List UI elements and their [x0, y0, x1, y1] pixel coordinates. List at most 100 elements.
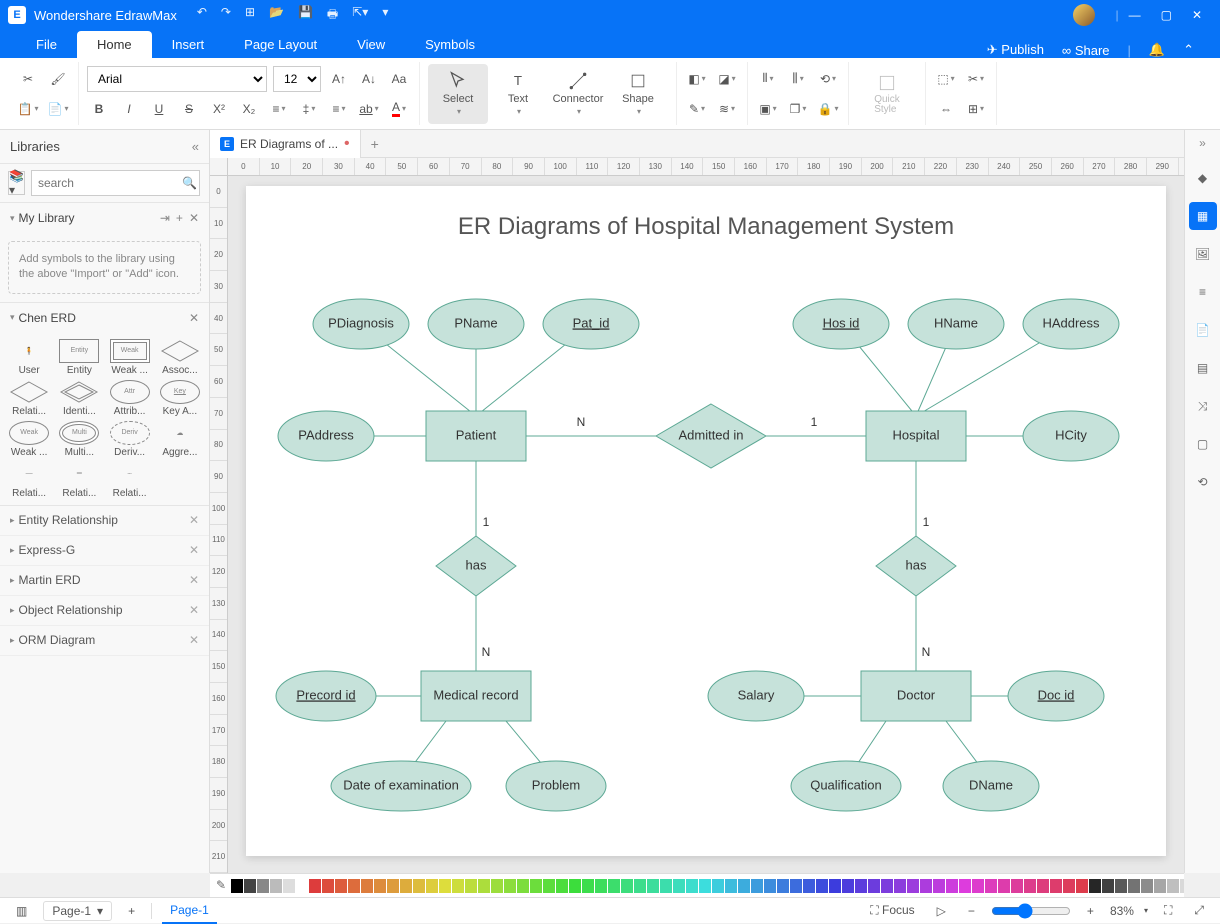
publish-button[interactable]: ✈ Publish [987, 42, 1044, 58]
font-color-icon[interactable]: A [387, 97, 411, 121]
shuffle-icon[interactable]: ⤨ [1189, 392, 1217, 420]
color-swatch[interactable] [309, 879, 321, 893]
shape-rel2[interactable]: ═Relati... [56, 462, 102, 499]
color-swatch[interactable] [972, 879, 984, 893]
color-swatch[interactable] [881, 879, 893, 893]
tab-home[interactable]: Home [77, 31, 152, 58]
underline-icon[interactable]: U [147, 97, 171, 121]
color-swatch[interactable] [868, 879, 880, 893]
lock-icon[interactable]: 🔒 [816, 97, 840, 121]
align-text-icon[interactable]: ≡ [327, 97, 351, 121]
color-swatch[interactable] [530, 879, 542, 893]
bold-icon[interactable]: B [87, 97, 111, 121]
library-select-icon[interactable]: 📚▾ [8, 171, 25, 195]
distribute-icon[interactable]: ⫼ [786, 67, 810, 91]
page-setup-icon[interactable]: 📄 [1189, 316, 1217, 344]
open-icon[interactable]: 📂 [269, 5, 284, 26]
library-search-input[interactable] [31, 170, 200, 196]
shape-multi[interactable]: MultiMulti... [56, 421, 102, 458]
fill-icon[interactable]: ◧ [685, 67, 709, 91]
copy-icon[interactable]: 📋 [16, 97, 40, 121]
eyedropper-icon[interactable]: ✎ [216, 878, 226, 894]
search-icon[interactable]: 🔍 [182, 176, 197, 190]
color-swatch[interactable] [491, 879, 503, 893]
notifications-icon[interactable]: 🔔 [1149, 42, 1165, 58]
color-swatch[interactable] [686, 879, 698, 893]
zoom-in-icon[interactable]: + [1081, 904, 1100, 918]
subscript-icon[interactable]: X₂ [237, 97, 261, 121]
shadow-icon[interactable]: ◪ [715, 67, 739, 91]
shape-relationship[interactable]: Relati... [6, 380, 52, 417]
fit-page-icon[interactable]: ⛶ [1158, 903, 1178, 918]
color-swatch[interactable] [634, 879, 646, 893]
color-swatch[interactable] [959, 879, 971, 893]
select-tool[interactable]: Select [428, 64, 488, 124]
qat-more-icon[interactable]: ▾ [382, 5, 388, 26]
new-icon[interactable]: ⊞ [245, 5, 255, 26]
color-swatch[interactable] [803, 879, 815, 893]
present-icon[interactable]: ▢ [1189, 430, 1217, 458]
minimize-icon[interactable]: — [1129, 8, 1141, 22]
shape-derived[interactable]: DerivDeriv... [107, 421, 153, 458]
color-swatch[interactable] [569, 879, 581, 893]
cat-object-relationship[interactable]: ▸Object Relationship✕ [0, 596, 209, 626]
close-icon[interactable]: ✕ [1192, 8, 1202, 22]
color-swatch[interactable] [504, 879, 516, 893]
color-swatch[interactable] [933, 879, 945, 893]
quick-style-button[interactable]: Quick Style [857, 64, 917, 124]
shape-entity[interactable]: EntityEntity [56, 339, 102, 376]
tab-pagelayout[interactable]: Page Layout [224, 31, 337, 58]
zoom-level[interactable]: 83% [1110, 904, 1134, 918]
color-swatch[interactable] [725, 879, 737, 893]
color-swatch[interactable] [439, 879, 451, 893]
color-swatch[interactable] [257, 879, 269, 893]
zoom-slider[interactable] [991, 903, 1071, 919]
color-swatch[interactable] [374, 879, 386, 893]
shape-identifying[interactable]: Identi... [56, 380, 102, 417]
color-swatch[interactable] [1089, 879, 1101, 893]
color-swatch[interactable] [699, 879, 711, 893]
user-avatar[interactable] [1073, 4, 1095, 26]
color-swatch[interactable] [647, 879, 659, 893]
cut-icon[interactable]: ✂ [16, 67, 40, 91]
shape-key-attribute[interactable]: KeyKey A... [157, 380, 203, 417]
tab-file[interactable]: File [16, 31, 77, 58]
cat-entity-relationship[interactable]: ▸Entity Relationship✕ [0, 506, 209, 536]
align-icon[interactable]: ⫴ [756, 67, 780, 91]
tab-view[interactable]: View [337, 31, 405, 58]
mylibrary-section[interactable]: ▾My Library ⇥+✕ [0, 203, 209, 233]
redo-icon[interactable]: ↷ [221, 5, 231, 26]
color-swatch[interactable] [621, 879, 633, 893]
shape-tool[interactable]: Shape [608, 64, 668, 124]
color-swatch[interactable] [1167, 879, 1179, 893]
color-swatch[interactable] [348, 879, 360, 893]
shape-rel3[interactable]: ┄Relati... [107, 462, 153, 499]
share-button[interactable]: ∞ Share [1062, 43, 1110, 58]
line-icon[interactable]: ✎ [685, 97, 709, 121]
color-swatch[interactable] [608, 879, 620, 893]
change-case-icon[interactable]: Aa [387, 67, 411, 91]
undo-icon[interactable]: ↶ [197, 5, 207, 26]
color-swatch[interactable] [296, 879, 308, 893]
ai-icon[interactable]: ▤ [1189, 354, 1217, 382]
fullscreen-icon[interactable]: ⤢ [1188, 903, 1210, 918]
close-lib-icon[interactable]: ✕ [189, 211, 199, 225]
color-swatch[interactable] [816, 879, 828, 893]
strikethrough-icon[interactable]: S [177, 97, 201, 121]
color-swatch[interactable] [751, 879, 763, 893]
chen-erd-section[interactable]: ▾Chen ERD ✕ [0, 303, 209, 333]
color-swatch[interactable] [673, 879, 685, 893]
layer-icon[interactable]: ❐ [786, 97, 810, 121]
color-swatch[interactable] [985, 879, 997, 893]
same-width-icon[interactable]: ⇔ [934, 97, 958, 121]
superscript-icon[interactable]: X² [207, 97, 231, 121]
page-selector[interactable]: Page-1 ▾ [43, 901, 112, 921]
save-icon[interactable]: 💾 [298, 5, 313, 26]
color-swatch[interactable] [998, 879, 1010, 893]
color-swatch[interactable] [361, 879, 373, 893]
color-swatch[interactable] [660, 879, 672, 893]
color-swatch[interactable] [764, 879, 776, 893]
layers-icon[interactable]: ≡ [1189, 278, 1217, 306]
color-swatch[interactable] [738, 879, 750, 893]
format-painter-icon[interactable]: 🖌 [46, 67, 70, 91]
